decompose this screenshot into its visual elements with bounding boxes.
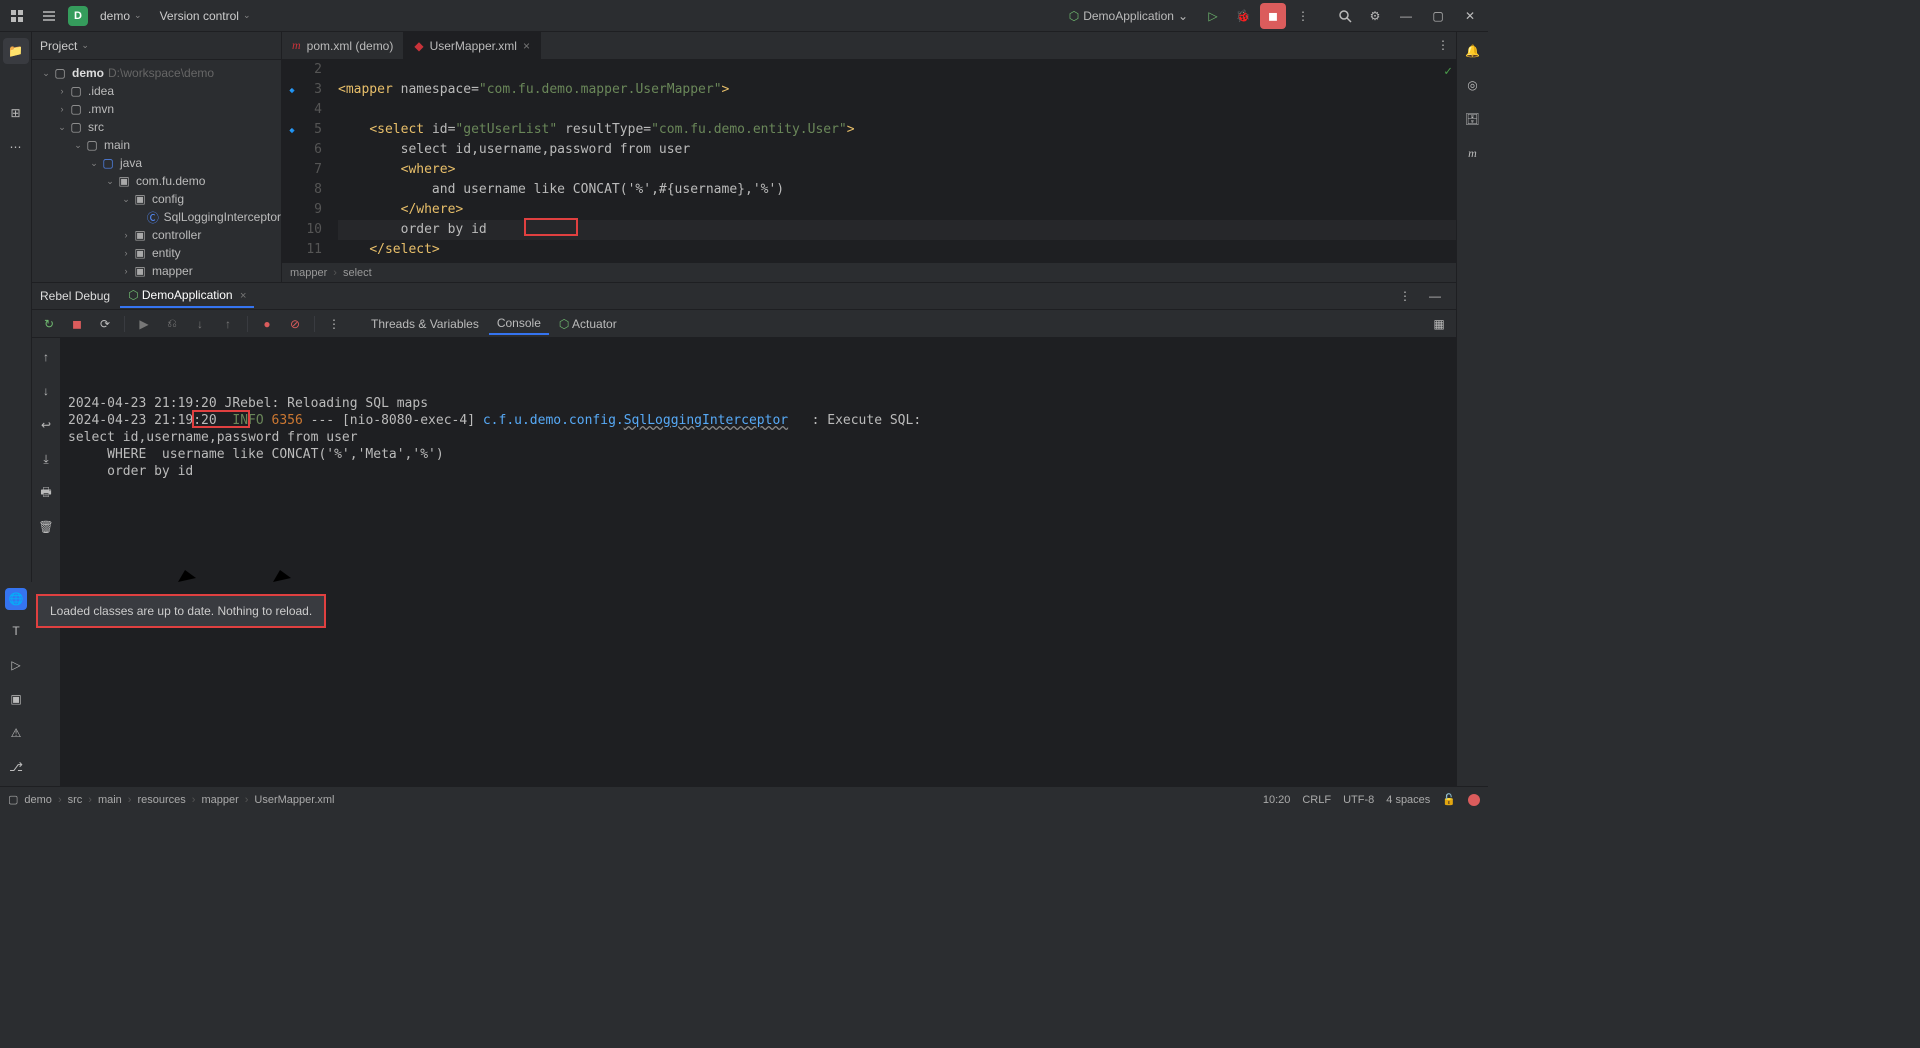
maven-icon: m [292,38,301,53]
problems-tool-icon[interactable]: ⚠ [3,720,29,746]
services-tool-icon[interactable]: 🌐 [5,588,27,610]
search-icon[interactable] [1332,3,1358,29]
ai-assistant-icon[interactable]: ◎ [1460,72,1486,98]
project-dropdown[interactable]: demo⌄ [94,7,148,25]
file-encoding[interactable]: UTF-8 [1343,794,1374,806]
maximize-button[interactable]: ▢ [1424,3,1452,29]
readonly-icon[interactable]: 🔓 [1442,793,1456,806]
run-config-icon: ⬡ [128,288,138,302]
print-icon[interactable]: 🖶 [33,480,59,506]
project-panel-title: Project [40,39,77,53]
git-tool-icon[interactable]: ⎇ [3,754,29,780]
stop-debug-button[interactable]: ◼ [64,311,90,337]
terminal-tool-icon[interactable]: T [3,618,29,644]
tool-window-title: Rebel Debug [40,289,110,303]
notifications-icon[interactable]: 🔔 [1460,38,1486,64]
xml-icon: ◆ [414,39,423,53]
maven-tool-icon[interactable]: m [1460,140,1486,166]
project-tool-icon[interactable]: 📁 [3,38,29,64]
more-tool-icon[interactable]: ⋯ [3,134,29,160]
close-button[interactable]: ✕ [1456,3,1484,29]
resume-button[interactable]: ⟳ [92,311,118,337]
chevron-down-icon: ⌄ [243,10,251,21]
tab-options-icon[interactable]: ⋮ [1430,32,1456,58]
layout-settings-icon[interactable]: ▦ [1426,311,1452,337]
annotation-arrow [240,60,640,600]
navigation-bar[interactable]: ▢demo›src›main›resources›mapper›UserMapp… [8,793,334,806]
tool-options-icon[interactable]: ⋮ [1392,283,1418,309]
structure-tool-icon[interactable]: ⊞ [3,100,29,126]
status-bar: ▢demo›src›main›resources›mapper›UserMapp… [0,786,1488,812]
editor-tab-usermapper[interactable]: ◆ UserMapper.xml × [404,32,541,59]
run-config-dropdown[interactable]: ⬡ DemoApplication ⌄ [1061,7,1196,25]
inspection-ok-icon: ✓ [1444,64,1452,79]
error-indicator-icon[interactable] [1468,794,1480,806]
right-stripe: 🔔 ◎ 🗄 m [1456,32,1488,786]
cursor-position[interactable]: 10:20 [1263,794,1291,806]
hide-tool-icon[interactable]: — [1422,283,1448,309]
scroll-up-icon[interactable]: ↑ [33,344,59,370]
stop-button[interactable]: ◼ [1260,3,1286,29]
rerun-button[interactable]: ↻ [36,311,62,337]
chevron-down-icon[interactable]: ⌄ [81,40,89,51]
chevron-down-icon: ⌄ [1178,9,1188,23]
left-stripe-bottom: 🌐 T ▷ ▣ ⚠ ⎇ [0,582,32,786]
run-tool-icon[interactable]: ▷ [3,652,29,678]
soft-wrap-icon[interactable]: ↩ [33,412,59,438]
pause-button[interactable]: ▶ [131,311,157,337]
notification-balloon[interactable]: Loaded classes are up to date. Nothing t… [36,594,326,628]
scroll-down-icon[interactable]: ↓ [33,378,59,404]
project-badge: D [68,6,88,26]
close-tab-icon[interactable]: × [523,39,530,53]
run-config-icon: ⬡ [1069,9,1079,23]
project-panel-header: Project ⌄ [32,32,281,60]
more-actions-icon[interactable]: ⋮ [1290,3,1316,29]
editor-tab-pom[interactable]: m pom.xml (demo) [282,32,404,59]
line-separator[interactable]: CRLF [1302,794,1331,806]
clear-icon[interactable]: 🗑 [33,514,59,540]
main-menu-icon[interactable] [36,3,62,29]
run-button[interactable]: ▷ [1200,3,1226,29]
debug-tool-icon[interactable]: ▣ [3,686,29,712]
settings-icon[interactable]: ⚙ [1362,3,1388,29]
minimize-button[interactable]: — [1392,3,1420,29]
title-bar: D demo⌄ Version control⌄ ⬡ DemoApplicati… [0,0,1488,32]
editor-tabs: m pom.xml (demo) ◆ UserMapper.xml × ⋮ [282,32,1456,60]
app-menu-icon[interactable] [4,3,30,29]
scroll-to-end-icon[interactable]: ⤓ [33,446,59,472]
database-icon[interactable]: 🗄 [1460,106,1486,132]
indent-setting[interactable]: 4 spaces [1386,794,1430,806]
debug-button[interactable]: 🐞 [1230,3,1256,29]
vcs-dropdown[interactable]: Version control⌄ [154,7,257,25]
chevron-down-icon: ⌄ [134,10,142,21]
console-gutter: ↑ ↓ ↩ ⤓ 🖶 🗑 [32,338,60,786]
